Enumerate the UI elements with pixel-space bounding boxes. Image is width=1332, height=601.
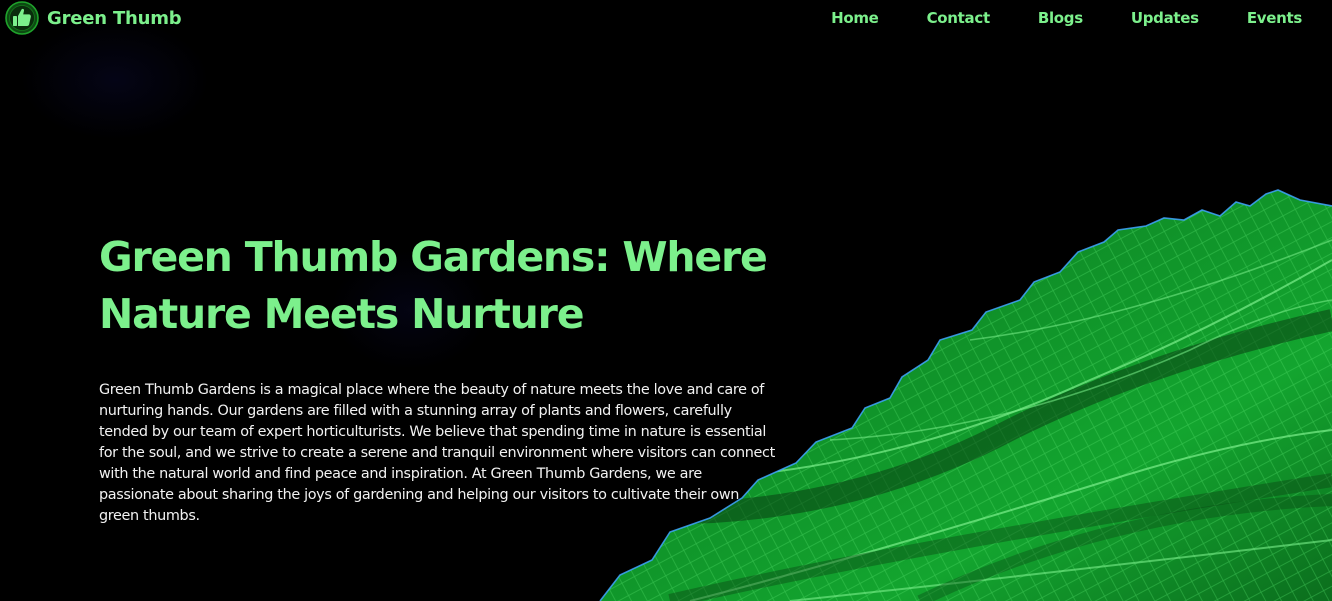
nav-blogs[interactable]: Blogs (1038, 9, 1083, 27)
main-nav: Home Contact Blogs Updates Events (831, 0, 1302, 36)
navbar: Green Thumb Home Contact Blogs Updates E… (0, 0, 1332, 36)
nav-updates[interactable]: Updates (1131, 9, 1199, 27)
brand-name[interactable]: Green Thumb (47, 8, 182, 29)
nav-events[interactable]: Events (1247, 9, 1302, 27)
nav-home[interactable]: Home (831, 9, 879, 27)
background-glow (20, 20, 210, 140)
nav-contact[interactable]: Contact (927, 9, 991, 27)
brand-link[interactable]: Green Thumb (5, 0, 182, 36)
thumbs-up-icon (5, 1, 39, 35)
leaf-image (599, 189, 1332, 601)
